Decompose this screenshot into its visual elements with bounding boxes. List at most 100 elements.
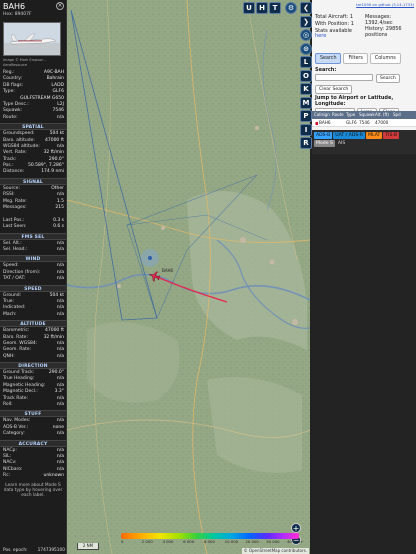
toggle-k-button[interactable]: K — [300, 83, 312, 95]
detail-label: Roll: — [3, 402, 13, 408]
toggle-p-button[interactable]: P — [300, 110, 312, 122]
detail-row: TAT / OAT: n/a — [0, 276, 66, 282]
table-cell: GLF6 — [346, 120, 357, 125]
tab-columns[interactable]: Columns — [369, 53, 401, 64]
panel-tabs: Search Filters Columns — [315, 53, 401, 64]
map-scale: 2 NM — [77, 543, 99, 550]
detail-label: Route: — [3, 114, 18, 120]
legend-badge[interactable]: Mode S — [314, 140, 335, 147]
detail-label: Last Seen: — [3, 224, 27, 230]
altitude-label: 6 000 — [183, 539, 195, 544]
detail-value: 0.6 s — [53, 224, 64, 230]
settings-gear-icon[interactable]: ⚙ — [285, 2, 297, 14]
detail-value: 174.9 nmi — [41, 169, 64, 175]
altitude-label: 30 000 — [266, 539, 280, 544]
column-header[interactable]: Route — [330, 111, 344, 119]
section-header[interactable]: DIRECTION — [0, 362, 66, 370]
legend-badge[interactable]: UAT / ADS-R — [333, 132, 366, 139]
layers-icon[interactable]: ⊙ — [300, 42, 312, 55]
aircraft-details: Reg.: A9C-BAH Country: Bahrain DB flags: LADD… — [0, 70, 66, 480]
github-link[interactable]: tar1090 on github (3.14.1733) — [356, 2, 414, 7]
map-view[interactable]: BAH6 U H T ⚙ + − 02 000 4 000 6 000 8 000 10… — [67, 0, 310, 554]
section-header[interactable]: ALTITUDE — [0, 320, 66, 328]
toggle-o-button[interactable]: O — [300, 69, 312, 82]
aircraft-counts: Total Aircraft: 1 With Position: 1 Stats… — [315, 14, 354, 40]
toggle-m-button[interactable]: M — [300, 96, 312, 109]
detail-label: TAT / OAT: — [3, 276, 26, 282]
detail-label: Messages: — [3, 205, 27, 211]
tab-search[interactable]: Search — [315, 53, 342, 64]
reset-view-icon[interactable]: ◎ — [300, 29, 312, 41]
detail-row: Category: n/a — [0, 431, 66, 437]
section-header[interactable]: SPEED — [0, 284, 66, 292]
toggle-l-button[interactable]: L — [300, 56, 312, 68]
close-icon[interactable]: × — [56, 2, 64, 10]
section-header[interactable]: SPATIAL — [0, 123, 66, 131]
detail-label: Mach: — [3, 311, 17, 317]
clear-search-button[interactable]: Clear Search — [315, 85, 353, 94]
zoom-in-button[interactable]: + — [291, 523, 301, 533]
aircraft-header: BAH6 Hex: 89407F × — [0, 0, 66, 20]
map-side-buttons: ❮ ❯ ◎ ⊙ L O K M P I R — [300, 2, 312, 151]
detail-row: Roll: n/a — [0, 402, 66, 408]
total-aircraft-label: Total Aircraft: — [315, 14, 349, 20]
table-cell — [330, 119, 344, 126]
hex-label: Hex: — [3, 12, 14, 17]
legend-badge[interactable]: AIS — [335, 140, 348, 147]
map-attribution[interactable]: © OpenStreetMap contributors. — [241, 548, 309, 554]
section-header[interactable]: SIGNAL — [0, 177, 66, 185]
table-row[interactable]: BAH6 GLF6 7546 47000 — [312, 119, 416, 127]
table-cell: BAH6 — [312, 119, 331, 126]
expand-sidebar-button[interactable]: ❯ — [300, 15, 312, 28]
toggle-h-button[interactable]: H — [256, 2, 268, 14]
collapse-sidebar-button[interactable]: ❮ — [300, 2, 312, 14]
flag-icon — [314, 121, 318, 125]
with-position-label: With Position: — [315, 21, 350, 27]
altitude-label: 20 000 — [245, 539, 259, 544]
detail-label: QNH: — [3, 353, 15, 359]
altitude-label: 2 000 — [141, 539, 153, 544]
column-header[interactable]: Alt. (ft) — [373, 111, 391, 119]
tar1090-app: BAH6 Hex: 89407F × Image © Mark Empson –… — [0, 0, 416, 554]
detail-row: Route: n/a — [0, 115, 66, 121]
table-cell: 47000 — [375, 120, 389, 125]
legend-badge[interactable]: TIS-B — [383, 132, 400, 139]
stats-header: tar1090 on github (3.14.1733) Total Airc… — [312, 0, 416, 52]
search-button[interactable]: Search — [376, 74, 400, 83]
column-header[interactable]: Squawk — [357, 111, 375, 119]
toggle-t-button[interactable]: T — [269, 2, 281, 14]
detail-value: n/a — [56, 246, 64, 252]
detail-value: n/a — [56, 311, 64, 317]
tab-filters[interactable]: Filters — [343, 53, 368, 64]
detail-row: QNH: n/a — [0, 354, 66, 360]
toggle-u-button[interactable]: U — [243, 2, 255, 14]
aircraft-photo[interactable] — [3, 22, 61, 56]
section-header[interactable]: FMS SEL — [0, 232, 66, 240]
altitude-label: 8 000 — [204, 539, 215, 544]
section-header[interactable]: WIND — [0, 255, 66, 263]
aircraft-list-panel: tar1090 on github (3.14.1733) Total Airc… — [312, 0, 416, 554]
detail-value: n/a — [56, 402, 64, 408]
search-input[interactable] — [315, 74, 373, 81]
detail-value: unknown — [43, 473, 64, 479]
section-header[interactable]: STUFF — [0, 410, 66, 418]
column-header[interactable]: Spd — [391, 111, 401, 119]
legend-badge[interactable]: MLAT — [366, 132, 383, 139]
aircraft-info-panel: BAH6 Hex: 89407F × Image © Mark Empson –… — [0, 0, 67, 554]
detail-label: Category: — [3, 431, 25, 437]
search-section: Search: Search Clear Search Jump to Airp… — [315, 67, 413, 118]
detail-row: Distance: 174.9 nmi — [0, 169, 66, 175]
detail-value: n/a — [56, 431, 64, 437]
message-stats: Messages: 1392.4/sec History: 29856 posi… — [365, 14, 416, 38]
column-header[interactable]: Type — [344, 111, 357, 119]
map-canvas[interactable]: BAH6 — [67, 0, 310, 554]
toggle-r-button[interactable]: R — [300, 137, 312, 149]
detail-row: Last Seen: 0.6 s — [0, 224, 66, 230]
detail-label: Distance: — [3, 169, 25, 175]
legend-badge[interactable]: ADS-B — [314, 132, 333, 139]
toggle-i-button[interactable]: I — [300, 123, 312, 136]
altitude-label: 4 000 — [162, 539, 174, 544]
section-header[interactable]: ACCURACY — [0, 439, 66, 447]
column-header[interactable]: Callsign — [312, 111, 330, 119]
table-cell: 7546 — [359, 120, 370, 125]
